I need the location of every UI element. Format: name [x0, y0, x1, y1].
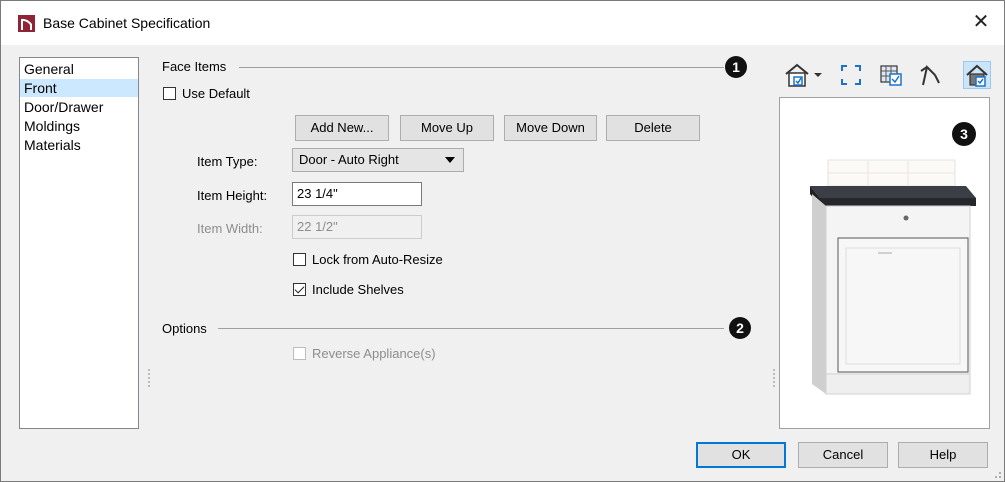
item-type-label: Item Type:: [197, 154, 258, 169]
reverse-appliance-box: [293, 347, 306, 360]
fill-window-icon[interactable]: [837, 61, 865, 89]
toggle-lines-icon[interactable]: [915, 61, 943, 89]
close-icon[interactable]: ✕: [968, 10, 994, 34]
include-shelves-label: Include Shelves: [312, 282, 404, 297]
item-type-select[interactable]: Door - Auto Right: [292, 148, 464, 172]
window-title: Base Cabinet Specification: [43, 15, 211, 31]
include-shelves-box[interactable]: [293, 283, 306, 296]
delete-button[interactable]: Delete: [606, 115, 700, 141]
callout-badge-1: 1: [725, 56, 747, 78]
cabinet-3d-view: [810, 159, 976, 395]
nav-item-general[interactable]: General: [20, 60, 138, 78]
item-height-label: Item Height:: [197, 188, 268, 203]
base-cabinet-dialog: Base Cabinet Specification ✕ General Fro…: [0, 0, 1005, 482]
use-default-label: Use Default: [182, 86, 250, 101]
options-divider: [218, 328, 724, 329]
options-heading: Options: [162, 321, 207, 336]
ok-button[interactable]: OK: [696, 442, 786, 468]
callout-badge-2: 2: [729, 317, 751, 339]
title-bar: Base Cabinet Specification ✕: [1, 1, 1004, 45]
chief-architect-icon: [18, 15, 35, 32]
lock-auto-resize-box[interactable]: [293, 253, 306, 266]
move-up-button[interactable]: Move Up: [400, 115, 494, 141]
resize-grip-icon[interactable]: [992, 469, 1002, 479]
nav-item-moldings[interactable]: Moldings: [20, 117, 138, 135]
lock-auto-resize-label: Lock from Auto-Resize: [312, 252, 443, 267]
include-shelves-checkbox[interactable]: Include Shelves: [293, 282, 404, 297]
layer-check-glyph: [880, 65, 902, 86]
add-new-button[interactable]: Add New...: [295, 115, 389, 141]
color-house-glyph: [966, 64, 988, 87]
cancel-button[interactable]: Cancel: [798, 442, 888, 468]
face-items-divider: [239, 67, 724, 68]
help-button[interactable]: Help: [898, 442, 988, 468]
splitter-handle-right[interactable]: [773, 369, 775, 387]
move-down-button[interactable]: Move Down: [504, 115, 597, 141]
nav-item-front[interactable]: Front: [20, 79, 138, 97]
color-on-icon[interactable]: [963, 61, 991, 89]
item-type-value: Door - Auto Right: [299, 152, 399, 167]
show-checked-icon[interactable]: [877, 61, 905, 89]
face-items-heading: Face Items: [162, 59, 227, 74]
reverse-appliance-label: Reverse Appliance(s): [312, 346, 436, 361]
cabinet-preview[interactable]: 3: [779, 97, 990, 429]
item-width-label: Item Width:: [197, 221, 263, 236]
lines-glyph: [920, 65, 940, 86]
category-list[interactable]: General Front Door/Drawer Moldings Mater…: [19, 57, 139, 429]
splitter-handle-left[interactable]: [148, 369, 150, 387]
nav-item-door-drawer[interactable]: Door/Drawer: [20, 98, 138, 116]
fill-window-glyph: [841, 65, 861, 85]
house-view-icon: [785, 63, 822, 87]
reverse-appliance-checkbox: Reverse Appliance(s): [293, 346, 436, 361]
house-view-dropdown-icon[interactable]: [783, 61, 825, 89]
use-default-box[interactable]: [163, 87, 176, 100]
use-default-checkbox[interactable]: Use Default: [163, 86, 250, 101]
chevron-down-icon: [445, 157, 455, 163]
item-width-field: 22 1/2": [292, 215, 422, 239]
lock-auto-resize-checkbox[interactable]: Lock from Auto-Resize: [293, 252, 443, 267]
nav-item-materials[interactable]: Materials: [20, 136, 138, 154]
item-height-field[interactable]: 23 1/4": [292, 182, 422, 206]
